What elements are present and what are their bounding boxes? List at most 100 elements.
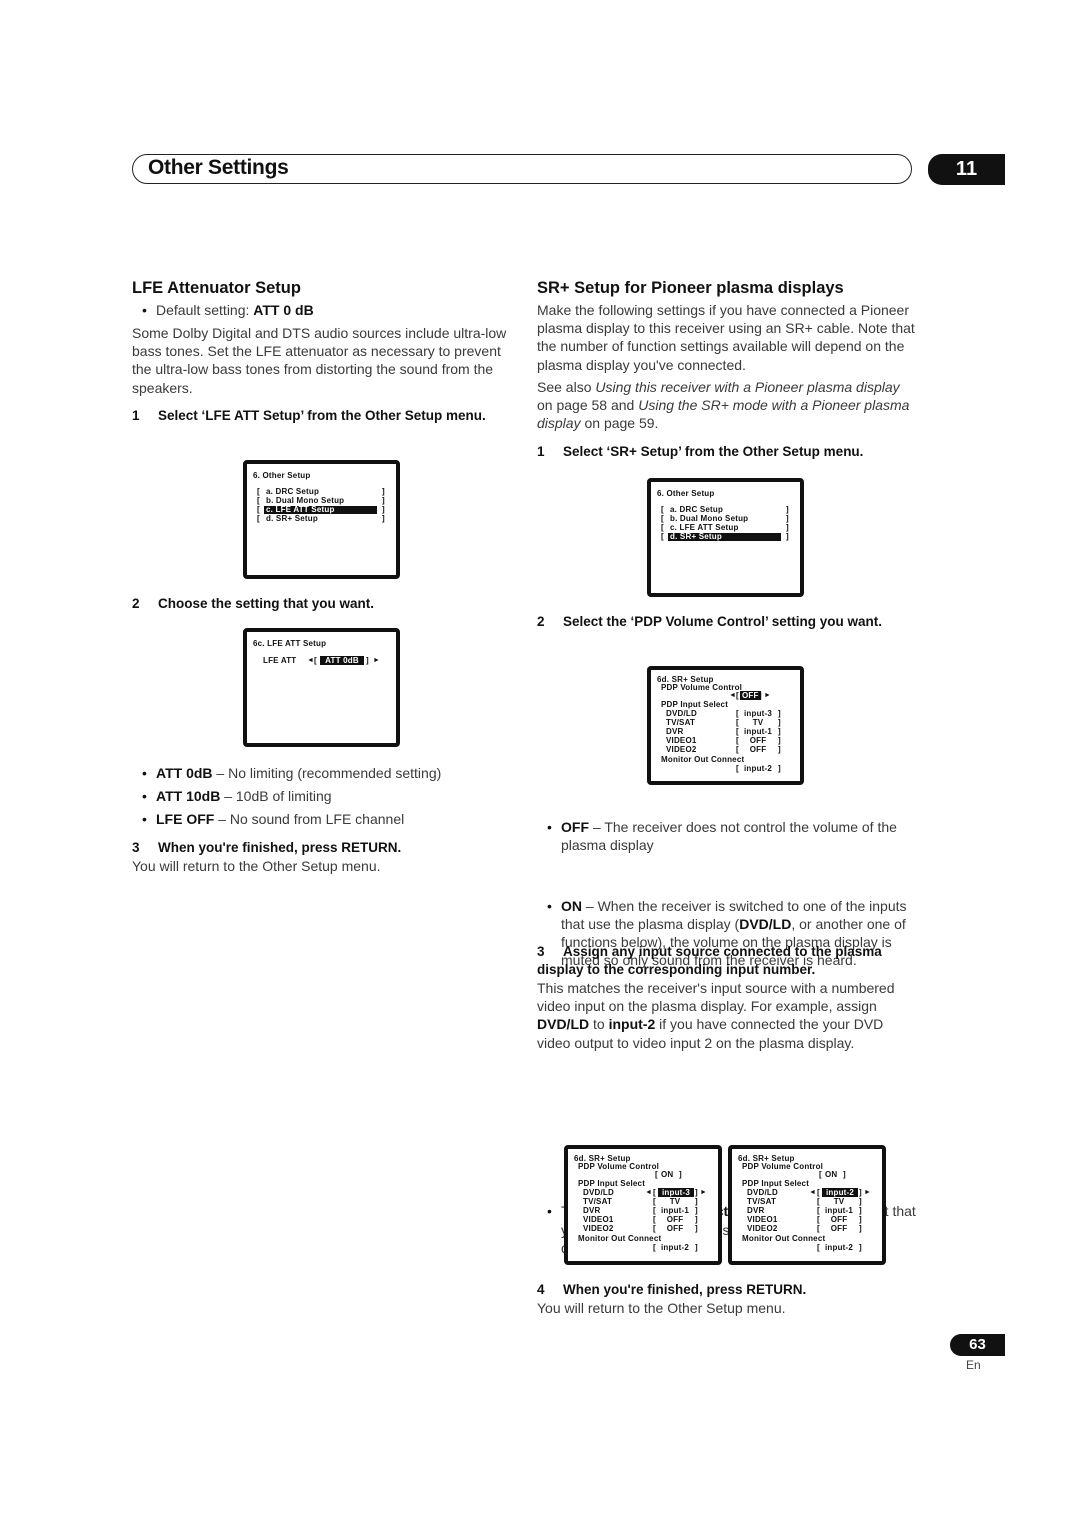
lfe-heading: LFE Attenuator Setup bbox=[132, 279, 301, 297]
input-source-value[interactable]: input-1 bbox=[822, 1206, 856, 1215]
input-source-name: TV/SAT bbox=[583, 1197, 613, 1206]
input-source-value[interactable]: OFF bbox=[658, 1215, 692, 1224]
bracket-open: [ bbox=[655, 1170, 658, 1179]
default-setting-bullet: Default setting: ATT 0 dB bbox=[132, 301, 536, 319]
step-text: Select ‘LFE ATT Setup’ from the Other Se… bbox=[158, 408, 486, 423]
left-arrow-icon[interactable]: ◄ bbox=[307, 656, 314, 665]
input-source-value[interactable]: TV bbox=[658, 1197, 692, 1206]
input-source-value[interactable]: input-3 bbox=[741, 709, 775, 718]
bracket-close: ] bbox=[695, 1215, 698, 1224]
input-source-value[interactable]: input-1 bbox=[741, 727, 775, 736]
menu-item[interactable]: d. SR+ Setup bbox=[266, 514, 318, 523]
bracket-open: [ bbox=[314, 656, 317, 665]
pdp-input-select-label: PDP Input Select bbox=[742, 1179, 810, 1188]
bracket-open: [ bbox=[661, 532, 664, 541]
menu-item[interactable]: a. DRC Setup bbox=[266, 487, 319, 496]
bracket-open: [ bbox=[819, 1170, 822, 1179]
option-desc-bold: DVD/LD bbox=[739, 915, 792, 932]
monitor-out-value[interactable]: input-2 bbox=[822, 1243, 856, 1252]
right-arrow-icon[interactable]: ► bbox=[764, 691, 771, 700]
input-source-value[interactable]: OFF bbox=[741, 736, 775, 745]
bracket-open: [ bbox=[736, 727, 739, 736]
bracket-open: [ bbox=[817, 1224, 820, 1233]
input-source-value[interactable]: input-2 bbox=[822, 1188, 858, 1197]
pdp-volume-label: PDP Volume Control bbox=[742, 1162, 824, 1171]
lfe-step-3-note: You will return to the Other Setup menu. bbox=[132, 858, 381, 874]
bracket-close: ] bbox=[382, 505, 385, 514]
pdp-volume-value[interactable]: OFF bbox=[740, 691, 761, 700]
bracket-open: [ bbox=[736, 691, 739, 700]
input-source-name: VIDEO1 bbox=[747, 1215, 778, 1224]
default-label: Default setting: bbox=[156, 302, 254, 318]
menu-item[interactable]: b. Dual Mono Setup bbox=[670, 514, 748, 523]
bracket-close: ] bbox=[778, 709, 781, 718]
bracket-close: ] bbox=[382, 487, 385, 496]
bracket-close: ] bbox=[778, 718, 781, 727]
bracket-close: ] bbox=[778, 764, 781, 773]
monitor-out-value[interactable]: input-2 bbox=[741, 764, 775, 773]
bracket-close: ] bbox=[859, 1188, 862, 1197]
input-source-value[interactable]: OFF bbox=[822, 1215, 856, 1224]
input-source-name: VIDEO2 bbox=[747, 1224, 778, 1233]
sr-intro: Make the following settings if you have … bbox=[537, 302, 915, 373]
pdp-volume-value[interactable]: ON bbox=[825, 1170, 837, 1179]
menu-item[interactable]: b. Dual Mono Setup bbox=[266, 496, 344, 505]
left-arrow-icon[interactable]: ◄ bbox=[729, 691, 736, 700]
lfe-att-value[interactable]: ATT 0dB bbox=[320, 656, 364, 665]
input-source-value[interactable]: OFF bbox=[822, 1224, 856, 1233]
step-number: 2 bbox=[537, 614, 545, 629]
bracket-open: [ bbox=[736, 736, 739, 745]
lfe-options-list: ATT 0dB – No limiting (recommended setti… bbox=[132, 764, 522, 829]
option-term: ATT 10dB bbox=[156, 788, 221, 805]
step-text: When you're finished, press RETURN. bbox=[563, 1282, 807, 1297]
osd-other-setup-sr: 6. Other Setup [a. DRC Setup] [b. Dual Mo… bbox=[647, 478, 804, 597]
option-desc: – No sound from LFE channel bbox=[214, 811, 405, 828]
monitor-out-value[interactable]: input-2 bbox=[658, 1243, 692, 1252]
input-source-name: DVR bbox=[583, 1206, 601, 1215]
bracket-open: [ bbox=[736, 709, 739, 718]
menu-item[interactable]: a. DRC Setup bbox=[670, 505, 723, 514]
lfe-step-3: 3 When you're finished, press RETURN. bbox=[132, 839, 401, 857]
input-source-value[interactable]: input-1 bbox=[658, 1206, 692, 1215]
lfe-intro: Some Dolby Digital and DTS audio sources… bbox=[132, 325, 507, 396]
body-text: to bbox=[589, 1016, 609, 1033]
input-source-value[interactable]: input-3 bbox=[658, 1188, 694, 1197]
bracket-close: ] bbox=[382, 514, 385, 523]
menu-item[interactable]: c. LFE ATT Setup bbox=[266, 505, 335, 514]
menu-item[interactable]: c. LFE ATT Setup bbox=[670, 523, 739, 532]
bracket-close: ] bbox=[786, 514, 789, 523]
right-arrow-icon[interactable]: ► bbox=[864, 1188, 871, 1197]
menu-item[interactable]: d. SR+ Setup bbox=[670, 532, 722, 541]
sr-step-1: 1 Select ‘SR+ Setup’ from the Other Setup… bbox=[537, 443, 863, 461]
bracket-close: ] bbox=[859, 1243, 862, 1252]
right-arrow-icon[interactable]: ► bbox=[373, 656, 380, 665]
option-term: ON bbox=[561, 897, 582, 914]
bracket-close: ] bbox=[859, 1206, 862, 1215]
step-number: 3 bbox=[132, 840, 140, 855]
left-arrow-icon[interactable]: ◄ bbox=[809, 1188, 816, 1197]
bracket-close: ] bbox=[695, 1243, 698, 1252]
bracket-open: [ bbox=[817, 1197, 820, 1206]
pdp-input-select-label: PDP Input Select bbox=[661, 700, 729, 709]
left-arrow-icon[interactable]: ◄ bbox=[645, 1188, 652, 1197]
body-text: This matches the receiver's input source… bbox=[537, 980, 895, 1015]
see-also-ref-1[interactable]: Using this receiver with a Pioneer plasm… bbox=[595, 379, 899, 395]
right-arrow-icon[interactable]: ► bbox=[700, 1188, 707, 1197]
input-source-value[interactable]: OFF bbox=[658, 1224, 692, 1233]
page-number: 63 bbox=[950, 1334, 1005, 1356]
input-source-name: DVD/LD bbox=[666, 709, 697, 718]
input-source-value[interactable]: TV bbox=[822, 1197, 856, 1206]
bracket-open: [ bbox=[653, 1188, 656, 1197]
input-source-value[interactable]: OFF bbox=[741, 745, 775, 754]
bracket-close: ] bbox=[679, 1170, 682, 1179]
lfe-step-1: 1 Select ‘LFE ATT Setup’ from the Other S… bbox=[132, 407, 502, 425]
bracket-open: [ bbox=[817, 1206, 820, 1215]
input-source-value[interactable]: TV bbox=[741, 718, 775, 727]
pdp-volume-value[interactable]: ON bbox=[661, 1170, 673, 1179]
input-source-name: VIDEO1 bbox=[666, 736, 697, 745]
step-number: 3 bbox=[537, 944, 545, 959]
pdp-input-select-label: PDP Input Select bbox=[578, 1179, 646, 1188]
section-title: Other Settings bbox=[148, 156, 289, 179]
bracket-close: ] bbox=[859, 1215, 862, 1224]
bracket-open: [ bbox=[736, 745, 739, 754]
